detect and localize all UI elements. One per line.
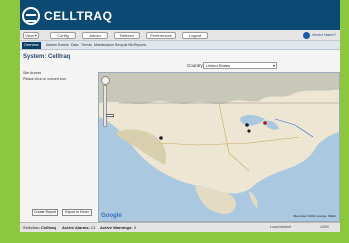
- selection-value: Celltraq: [41, 225, 56, 230]
- map-canvas: [99, 73, 339, 215]
- app-window: View ▾ Config Admin Refresh Preferences …: [20, 30, 340, 232]
- tab-events[interactable]: Events: [58, 42, 69, 49]
- refresh-button[interactable]: Refresh: [114, 32, 140, 39]
- zoom-level[interactable]: 100%: [320, 223, 329, 232]
- celltraq-logo-icon: [22, 7, 40, 25]
- zone-text: Local intranet: [270, 225, 292, 229]
- app-title: CELLTRAQ: [44, 9, 113, 23]
- pan-control[interactable]: [101, 76, 110, 85]
- map-copyright: Map data ©2011 Google, INEGI: [293, 214, 336, 218]
- selection-label: Selection:: [23, 225, 41, 230]
- manufacturer-logo-icon: [303, 32, 310, 39]
- page-title: System: Celltraq: [23, 54, 71, 60]
- map-view[interactable]: Google Map data ©2011 Google, INEGI: [98, 72, 340, 222]
- status-bar: Selection: Celltraq Active Alarms: 21 Ac…: [20, 222, 340, 232]
- alarms-label: Active Alarms:: [62, 225, 90, 230]
- header-bar: CELLTRAQ: [20, 0, 340, 30]
- frame-right: [340, 0, 349, 243]
- frame-left: [0, 0, 20, 243]
- tab-trends[interactable]: Trends: [81, 42, 92, 49]
- create-report-button[interactable]: Create Report: [32, 209, 58, 216]
- site-marker[interactable]: [263, 121, 267, 125]
- export-excel-button[interactable]: Export to Excel: [62, 209, 92, 216]
- google-logo: Google: [101, 213, 122, 219]
- tab-data[interactable]: Data: [71, 42, 78, 49]
- preferences-button[interactable]: Preferences: [146, 32, 176, 39]
- toolbar: View ▾ Config Admin Refresh Preferences …: [20, 30, 340, 41]
- admin-button[interactable]: Admin: [82, 32, 108, 39]
- country-label: Country: [187, 63, 203, 68]
- tab-maintenance[interactable]: Maintenance: [94, 42, 114, 49]
- instruction-text: Please click on colored icon: [23, 77, 67, 81]
- warnings-label: Active Warnings:: [100, 225, 133, 230]
- tab-alarms[interactable]: Alarms: [46, 42, 57, 49]
- site-marker[interactable]: [245, 123, 249, 127]
- logout-button[interactable]: Logout: [182, 32, 208, 39]
- tab-bar: Overview Alarms Events Data Trends Maint…: [20, 41, 340, 50]
- site-marker[interactable]: [247, 129, 251, 133]
- site-access-label: Site Access: [23, 71, 42, 75]
- tab-reports[interactable]: Reports: [134, 42, 146, 49]
- config-button[interactable]: Config: [50, 32, 76, 39]
- alarms-count: 21: [91, 225, 96, 230]
- manufacturer-name: Vendor Name Product: [312, 33, 336, 37]
- tab-overview[interactable]: Overview: [22, 42, 41, 49]
- site-marker[interactable]: [159, 136, 163, 140]
- frame-bottom: [0, 232, 349, 243]
- tab-recycle-bin[interactable]: Recycle Bin: [115, 42, 133, 49]
- country-select[interactable]: United States: [203, 62, 277, 69]
- zoom-slider[interactable]: [103, 85, 114, 127]
- warnings-count: 0: [134, 225, 137, 230]
- zoom-handle[interactable]: [106, 114, 114, 117]
- view-button[interactable]: View ▾: [23, 32, 39, 39]
